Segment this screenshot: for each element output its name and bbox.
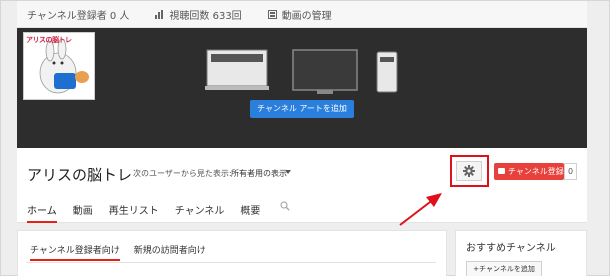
- add-channel-button[interactable]: +チャンネルを追加: [466, 261, 542, 276]
- views-stat: 視聴回数 633回: [155, 7, 242, 22]
- channel-banner: アリスの脳トレ チャンネル アートを追加: [17, 28, 587, 148]
- page-frame: チャンネル登録者 0 人 視聴回数 633回 動画の管理 アリスの脳トレ チャン…: [0, 0, 610, 276]
- youtube-play-icon: [498, 168, 505, 174]
- tab-channels[interactable]: チャンネル: [175, 202, 225, 222]
- featured-channels-title: おすすめチャンネル: [466, 243, 556, 254]
- manage-videos-link[interactable]: 動画の管理: [267, 7, 332, 22]
- subscriber-count-text: チャンネル登録者 0 人: [27, 10, 130, 22]
- channel-avatar[interactable]: アリスの脳トレ: [23, 32, 95, 100]
- divider: [26, 262, 436, 263]
- subscriber-stat: チャンネル登録者 0 人: [27, 7, 129, 22]
- search-icon[interactable]: [280, 201, 291, 222]
- tab-home[interactable]: ホーム: [27, 202, 57, 223]
- tab-new-visitors[interactable]: 新規の訪問者向け: [134, 243, 206, 261]
- subscribe-button[interactable]: チャンネル登録: [494, 163, 564, 180]
- gear-icon: [463, 165, 475, 177]
- stats-bar: チャンネル登録者 0 人 視聴回数 633回 動画の管理: [17, 1, 587, 28]
- avatar-logo-text: アリスの脳トレ: [26, 36, 72, 44]
- view-as-label: 次のユーザーから見た表示:: [133, 169, 232, 178]
- subscribe-label: チャンネル登録: [508, 167, 564, 176]
- tab-about[interactable]: 概要: [240, 202, 260, 222]
- add-channel-art-button[interactable]: チャンネル アートを追加: [250, 100, 354, 118]
- subscriber-count-badge: 0: [564, 163, 577, 180]
- channel-header: アリスの脳トレ 次のユーザーから見た表示: 所有者用の表示 チャンネル登録 0: [17, 148, 587, 223]
- device-preview-illustration: [205, 49, 398, 94]
- view-as-dropdown[interactable]: 所有者用の表示: [231, 168, 287, 179]
- tab-playlists[interactable]: 再生リスト: [109, 202, 159, 222]
- channel-settings-button[interactable]: [456, 161, 482, 181]
- audience-tabs: チャンネル登録者向け 新規の訪問者向け: [30, 243, 220, 261]
- channel-title: アリスの脳トレ: [27, 166, 133, 184]
- video-manager-icon: [267, 9, 277, 19]
- bar-chart-icon: [155, 9, 164, 19]
- tab-videos[interactable]: 動画: [73, 202, 93, 222]
- home-layout-panel: チャンネル登録者向け 新規の訪問者向け: [17, 230, 447, 276]
- featured-channels-panel: おすすめチャンネル +チャンネルを追加: [455, 230, 587, 276]
- chevron-down-icon[interactable]: [285, 170, 291, 174]
- views-count-text: 視聴回数 633回: [169, 10, 242, 22]
- manage-videos-label: 動画の管理: [281, 10, 332, 22]
- tab-returning-subscribers[interactable]: チャンネル登録者向け: [30, 243, 120, 261]
- annotation-arrow: [399, 193, 442, 226]
- channel-tabs: ホーム 動画 再生リスト チャンネル 概要: [27, 201, 291, 223]
